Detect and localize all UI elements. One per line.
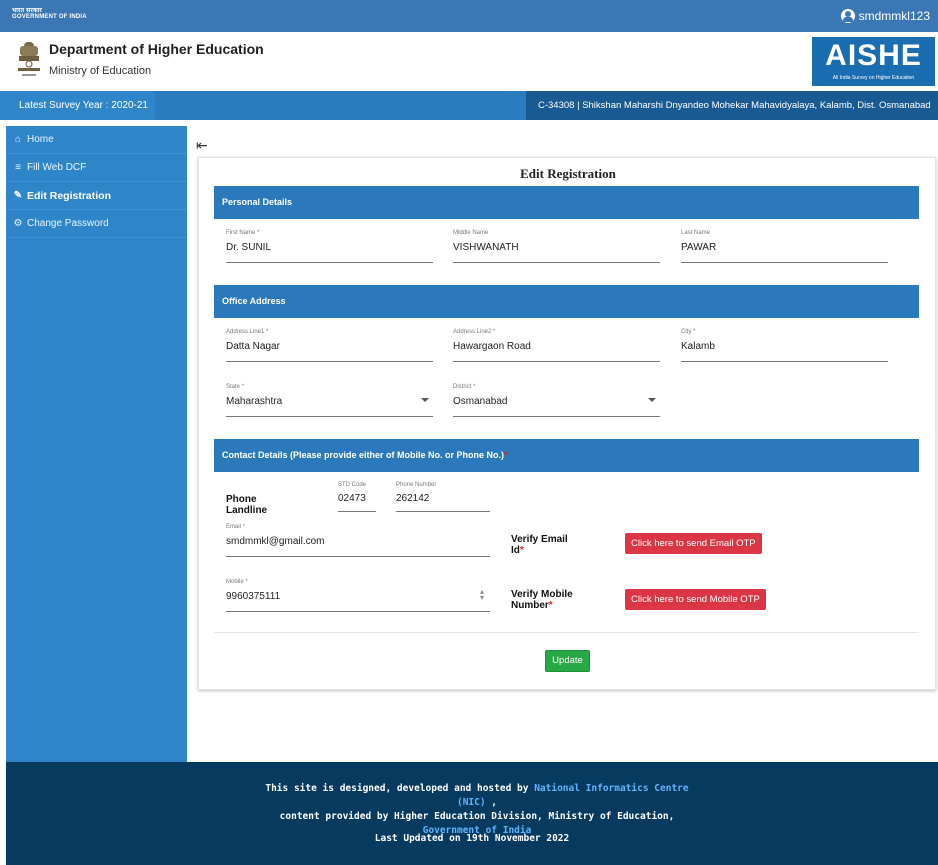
form-divider — [214, 632, 919, 633]
state-select[interactable]: State * Maharashtra — [226, 384, 433, 417]
verify-mobile-label-line2: Number — [511, 600, 549, 611]
district-value: Osmanabad — [453, 396, 508, 407]
contact-details-header: Contact Details (Please provide either o… — [214, 439, 919, 472]
sidebar-item-edit-registration[interactable]: ✎ Edit Registration — [6, 182, 187, 210]
chevron-down-icon — [648, 398, 656, 402]
std-code-label: STD Code — [338, 482, 367, 488]
phone-number-label: Phone Number — [396, 482, 437, 488]
footer-line2-text: content provided by Higher Education Div… — [279, 811, 675, 822]
state-label: State * — [226, 384, 245, 390]
national-emblem-icon — [18, 42, 40, 76]
page-title: Edit Registration — [520, 166, 616, 181]
user-menu[interactable]: smdmmkl123 — [840, 9, 930, 23]
last-name-field[interactable]: Last Name PAWAR — [681, 230, 888, 263]
home-icon: ⌂ — [14, 133, 22, 145]
std-code-input[interactable]: STD Code 02473 — [338, 482, 376, 512]
sidebar-item-fill-web-dcf[interactable]: ≡ Fill Web DCF — [6, 154, 187, 182]
send-email-otp-button[interactable]: Click here to send Email OTP — [625, 533, 762, 554]
address-line1-field[interactable]: Address Line1 * Datta Nagar — [226, 329, 433, 362]
gov-english-text: GOVERNMENT OF INDIA — [12, 14, 87, 20]
district-label: District * — [453, 384, 476, 390]
institute-info: C-34308 | Shikshan Maharshi Dnyandeo Moh… — [526, 91, 938, 120]
verify-email-label-line2: Id — [511, 545, 520, 556]
survey-info-bar: Latest Survey Year : 2020-21 C-34308 | S… — [0, 91, 938, 120]
phone-landline-label: Phone Landline — [226, 494, 267, 516]
username-label: smdmmkl123 — [858, 9, 930, 23]
required-mark: * — [504, 450, 508, 460]
aishe-logo-subtitle: All India Survey on Higher Education — [832, 75, 915, 81]
mobile-field[interactable]: Mobile * 9960375111 ▴ ▾ — [226, 579, 490, 612]
update-button[interactable]: Update — [545, 650, 590, 672]
state-value: Maharashtra — [226, 396, 283, 407]
department-title: Department of Higher Education — [49, 41, 264, 57]
number-stepper-icon[interactable]: ▴ ▾ — [478, 588, 486, 602]
required-mark: * — [519, 545, 524, 556]
first-name-label: First Name * — [226, 230, 260, 236]
sidebar-item-home[interactable]: ⌂ Home — [6, 126, 187, 154]
middle-name-field[interactable]: Middle Name VISHWANATH — [453, 230, 660, 263]
email-value: smdmmkl@gmail.com — [226, 536, 325, 547]
ministry-subtitle: Ministry of Education — [49, 65, 152, 77]
user-circle-icon — [840, 9, 855, 23]
address-line1-value: Datta Nagar — [226, 341, 280, 352]
middle-name-label: Middle Name — [453, 230, 489, 236]
address-line1-label: Address Line1 * — [226, 329, 269, 335]
std-code-value: 02473 — [338, 493, 366, 504]
last-name-value: PAWAR — [681, 242, 717, 253]
last-name-label: Last Name — [681, 230, 711, 236]
address-line2-label: Address Line2 * — [453, 329, 496, 335]
sidebar-item-label: Edit Registration — [27, 189, 112, 202]
phone-landline-label-line1: Phone — [226, 494, 257, 505]
city-label: City * — [681, 329, 696, 335]
footer-line1-text: This site is designed, developed and hos… — [265, 783, 535, 794]
last-updated: Last Updated on 19th November 2022 — [374, 833, 570, 844]
city-field[interactable]: City * Kalamb — [681, 329, 888, 362]
phone-landline-label-line2: Landline — [226, 505, 268, 516]
send-mobile-otp-button[interactable]: Click here to send Mobile OTP — [625, 589, 766, 610]
phone-number-value: 262142 — [396, 493, 430, 504]
gear-icon: ⚙ — [13, 217, 23, 229]
edit-registration-card: Edit Registration Personal Details First… — [198, 157, 936, 690]
required-mark: * — [548, 600, 553, 611]
mobile-value: 9960375111 — [226, 591, 281, 602]
sidebar-item-label: Home — [27, 133, 54, 145]
aishe-logo-text: AISHE — [825, 39, 922, 72]
verify-email-label: Verify Email Id* — [511, 534, 568, 556]
phone-number-input[interactable]: Phone Number 262142 — [396, 482, 490, 512]
office-address-header: Office Address — [214, 285, 919, 318]
contact-details-heading-text: Contact Details (Please provide either o… — [222, 450, 505, 460]
government-bar: भारत सरकार GOVERNMENT OF INDIA smdmmkl12… — [0, 0, 938, 32]
gov-hindi-text: भारत सरकार — [12, 8, 43, 14]
footer: This site is designed, developed and hos… — [6, 762, 938, 865]
brand-header: Department of Higher Education Ministry … — [0, 32, 938, 91]
first-name-field[interactable]: First Name * Dr. SUNIL — [226, 230, 433, 263]
address-line2-field[interactable]: Address Line2 * Hawargaon Road — [453, 329, 660, 362]
city-value: Kalamb — [681, 341, 715, 352]
survey-year: Latest Survey Year : 2020-21 — [0, 91, 155, 120]
menu-toggle-icon[interactable]: ⇤ — [196, 137, 208, 154]
verify-email-label-line1: Verify Email — [511, 534, 568, 545]
verify-mobile-label: Verify Mobile Number* — [511, 589, 573, 611]
sidebar: ⌂ Home ≡ Fill Web DCF ✎ Edit Registratio… — [6, 126, 187, 762]
first-name-value: Dr. SUNIL — [226, 242, 272, 253]
personal-details-header: Personal Details — [214, 186, 919, 219]
verify-mobile-label-line1: Verify Mobile — [511, 589, 573, 600]
edit-icon: ✎ — [13, 189, 23, 201]
mobile-label: Mobile * — [226, 579, 248, 585]
footer-credits: This site is designed, developed and hos… — [251, 782, 703, 838]
district-select[interactable]: District * Osmanabad — [453, 384, 660, 417]
email-field[interactable]: Email * smdmmkl@gmail.com — [226, 524, 490, 557]
sidebar-item-label: Change Password — [27, 217, 109, 229]
list-icon: ≡ — [15, 161, 21, 173]
footer-line1-post: , — [485, 797, 498, 808]
aishe-logo[interactable]: AISHE All India Survey on Higher Educati… — [812, 37, 935, 86]
chevron-down-icon — [421, 398, 429, 402]
address-line2-value: Hawargaon Road — [453, 341, 531, 352]
sidebar-item-change-password[interactable]: ⚙ Change Password — [6, 210, 187, 238]
email-label: Email * — [226, 524, 246, 530]
middle-name-value: VISHWANATH — [453, 242, 519, 253]
sidebar-item-label: Fill Web DCF — [27, 161, 87, 173]
